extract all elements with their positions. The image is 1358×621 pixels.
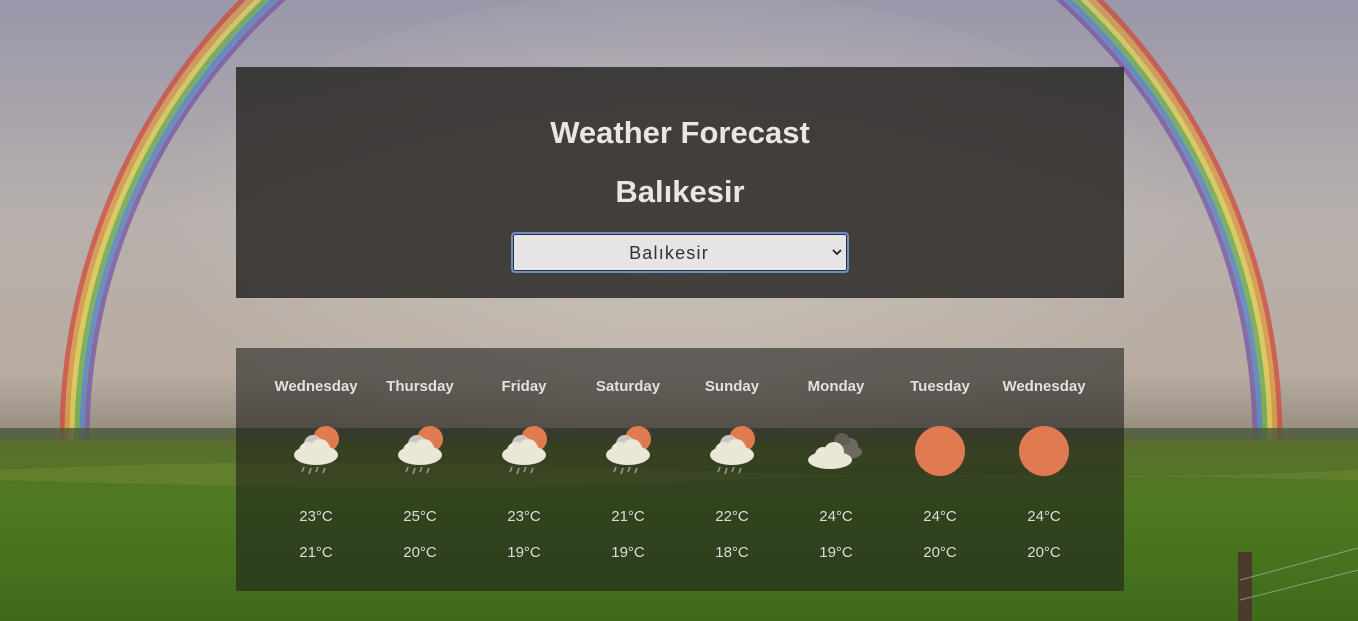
temp-high: 24°C <box>1027 508 1061 525</box>
city-select-value: Balıkesir <box>629 243 709 263</box>
temp-low: 18°C <box>715 544 749 561</box>
cloudy-icon <box>808 433 862 469</box>
rain-sun-icon <box>294 426 339 475</box>
temp-low: 21°C <box>299 544 333 561</box>
rain-sun-icon <box>398 426 443 475</box>
forecast-day: Saturday 21°C 19°C <box>576 348 680 591</box>
temp-high: 22°C <box>715 508 749 525</box>
forecast-day: Thursday 25°C 20°C <box>368 348 472 591</box>
temp-low: 20°C <box>923 544 957 561</box>
temp-low: 19°C <box>819 544 853 561</box>
rain-sun-icon <box>710 426 755 475</box>
temp-low: 19°C <box>507 544 541 561</box>
temp-high: 24°C <box>923 508 957 525</box>
temp-high: 23°C <box>299 508 333 525</box>
forecast-panel: Wednesday 23°C 21°C Thursday 25°C 20°C F… <box>236 348 1124 591</box>
temp-high: 21°C <box>611 508 645 525</box>
sun-icon <box>915 426 965 476</box>
temp-low: 20°C <box>1027 544 1061 561</box>
temp-low: 20°C <box>403 544 437 561</box>
forecast-day: Wednesday 23°C 21°C <box>264 348 368 591</box>
forecast-day: Wednesday 24°C 20°C <box>992 348 1096 591</box>
day-name: Wednesday <box>1002 378 1086 395</box>
forecast-day: Tuesday 24°C 20°C <box>888 348 992 591</box>
temp-high: 23°C <box>507 508 541 525</box>
sun-icon <box>1019 426 1069 476</box>
page-title: Weather Forecast <box>550 115 810 150</box>
chevron-down-icon <box>832 249 842 256</box>
header-panel: Weather Forecast Balıkesir Balıkesir <box>236 67 1124 298</box>
temp-high: 24°C <box>819 508 853 525</box>
forecast-day: Sunday 22°C 18°C <box>680 348 784 591</box>
temp-low: 19°C <box>611 544 645 561</box>
city-select[interactable]: Balıkesir <box>511 232 849 273</box>
city-heading: Balıkesir <box>615 174 745 209</box>
rain-sun-icon <box>502 426 547 475</box>
forecast-day: Friday 23°C 19°C <box>472 348 576 591</box>
temp-high: 25°C <box>403 508 437 525</box>
forecast-day: Monday 24°C 19°C <box>784 348 888 591</box>
rain-sun-icon <box>606 426 651 475</box>
